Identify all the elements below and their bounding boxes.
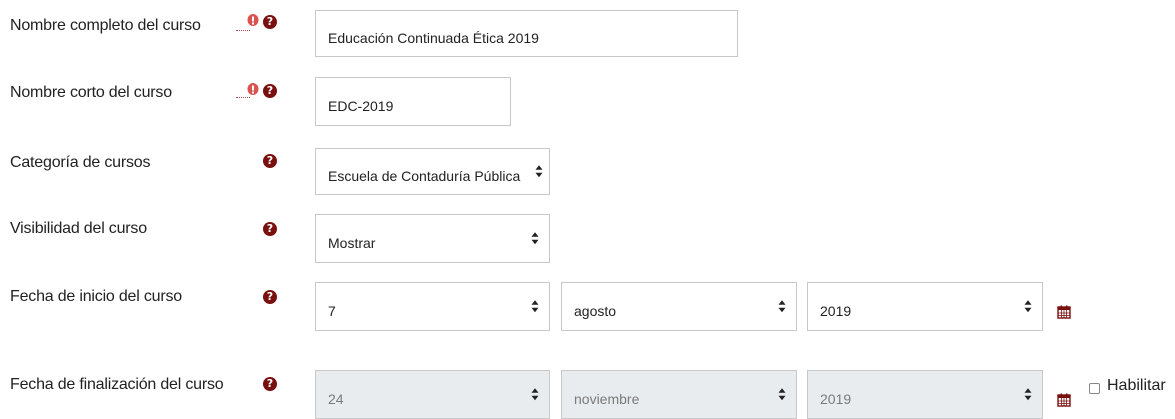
help-icon[interactable]: ? [263,290,277,304]
select-arrows-icon [531,299,539,313]
startdate-month-value: agosto [574,302,617,319]
enable-enddate-checkbox[interactable] [1089,383,1100,394]
startdate-month-select[interactable]: agosto [561,282,797,331]
category-select[interactable]: Escuela de Contaduría Pública [315,148,550,195]
help-icon[interactable]: ? [263,222,277,236]
startdate-day-value: 7 [328,302,336,319]
startdate-label: Fecha de inicio del curso [10,288,182,305]
select-arrows-icon [1024,299,1032,313]
enddate-month-value: noviembre [574,390,640,407]
visibility-label: Visibilidad del curso [10,220,147,237]
fullname-input[interactable]: Educación Continuada Ética 2019 [315,10,738,57]
help-icon[interactable]: ? [263,84,277,98]
fullname-label: Nombre completo del curso [10,17,201,34]
category-label: Categoría de cursos [10,154,151,171]
enddate-year-value: 2019 [820,390,852,407]
help-icon[interactable]: ? [263,154,277,168]
enddate-day-value: 24 [328,390,344,407]
enable-enddate-label: Habilitar [1107,377,1166,394]
select-arrows-icon [778,299,786,313]
calendar-icon[interactable] [1057,305,1071,319]
visibility-value: Mostrar [328,234,376,251]
select-arrows-icon [531,387,539,401]
fullname-value: Educación Continuada Ética 2019 [328,29,539,46]
help-icon[interactable]: ? [263,15,277,29]
required-icon[interactable] [247,14,259,28]
shortname-label: Nombre corto del curso [10,84,172,101]
enddate-label: Fecha de finalización del curso [10,376,224,393]
shortname-value: EDC-2019 [328,97,394,114]
help-icon[interactable]: ? [263,377,277,391]
select-arrows-icon [1024,387,1032,401]
category-value: Escuela de Contaduría Pública [328,167,521,184]
startdate-year-value: 2019 [820,302,852,319]
startdate-year-select[interactable]: 2019 [807,282,1043,331]
calendar-icon[interactable] [1057,393,1071,407]
shortname-input[interactable]: EDC-2019 [315,77,511,126]
select-arrows-icon [778,387,786,401]
select-arrows-icon [535,164,543,178]
select-arrows-icon [531,231,539,245]
startdate-day-select[interactable]: 7 [315,282,550,331]
visibility-select[interactable]: Mostrar [315,214,550,263]
required-underline [236,30,250,31]
required-underline [236,97,250,98]
required-icon[interactable] [247,83,259,97]
